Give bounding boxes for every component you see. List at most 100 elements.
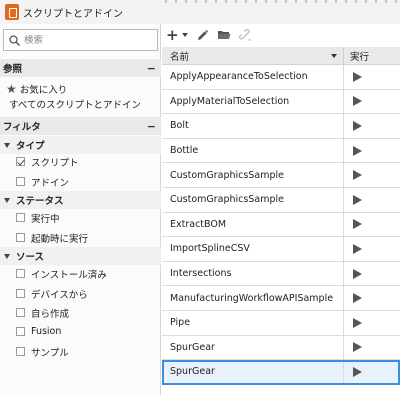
status-group-label: ステータス bbox=[16, 196, 64, 207]
run-cell bbox=[344, 360, 400, 384]
script-checkbox[interactable] bbox=[16, 157, 25, 166]
run-cell bbox=[344, 163, 400, 187]
plus-icon: + bbox=[166, 25, 179, 44]
installed-checkbox[interactable] bbox=[16, 269, 25, 278]
play-icon[interactable] bbox=[353, 342, 362, 353]
title-bar-decoration bbox=[165, 0, 400, 3]
run-cell bbox=[344, 114, 400, 138]
script-name-cell: CustomGraphicsSample bbox=[162, 163, 344, 187]
edit-button[interactable] bbox=[196, 26, 209, 44]
play-icon[interactable] bbox=[353, 96, 362, 107]
run-on-startup-filter-label: 起動時に実行 bbox=[31, 233, 89, 245]
filter-section-label: フィルタ bbox=[3, 122, 41, 133]
play-icon[interactable] bbox=[353, 194, 362, 205]
play-icon[interactable] bbox=[353, 170, 362, 181]
script-name-cell: CustomGraphicsSample bbox=[162, 188, 344, 212]
filter-panel: 参照 − ★ お気に入り すべてのスクリプトとアドイン フィルタ − タイプ ス… bbox=[0, 24, 161, 395]
script-name-cell: Bottle bbox=[162, 138, 344, 163]
link-icon bbox=[238, 28, 251, 40]
reference-section-header[interactable]: 参照 − bbox=[0, 59, 161, 77]
search-box[interactable] bbox=[3, 29, 158, 51]
title-bar: スクリプトとアドイン bbox=[0, 0, 400, 24]
running-filter-label: 実行中 bbox=[31, 213, 60, 225]
sort-down-icon[interactable] bbox=[331, 53, 337, 58]
addin-checkbox[interactable] bbox=[16, 177, 25, 186]
table-row[interactable]: Pipe bbox=[162, 311, 400, 336]
table-row[interactable]: ApplyMaterialToSelection bbox=[162, 89, 400, 115]
reference-collapse-button[interactable]: − bbox=[147, 62, 156, 75]
table-row[interactable]: ApplyAppearanceToSelection bbox=[162, 65, 400, 90]
table-row[interactable]: Bottle bbox=[162, 138, 400, 164]
run-cell bbox=[344, 65, 400, 89]
filter-item-installed[interactable]: インストール済み bbox=[0, 264, 161, 283]
running-checkbox[interactable] bbox=[16, 213, 25, 222]
play-icon[interactable] bbox=[353, 293, 362, 304]
add-dropdown-button[interactable]: + bbox=[162, 26, 188, 44]
sample-checkbox[interactable] bbox=[16, 347, 25, 356]
filter-item-script[interactable]: スクリプト bbox=[0, 152, 161, 171]
window-title: スクリプトとアドイン bbox=[23, 8, 123, 20]
filter-item-sample[interactable]: サンプル bbox=[0, 342, 161, 361]
app-icon bbox=[5, 4, 19, 20]
play-icon[interactable] bbox=[353, 317, 362, 328]
reference-section-label: 参照 bbox=[3, 64, 23, 75]
table-row[interactable]: Intersections bbox=[162, 261, 400, 287]
status-group-header[interactable]: ステータス bbox=[0, 191, 161, 209]
play-icon[interactable] bbox=[353, 366, 362, 377]
play-icon[interactable] bbox=[353, 145, 362, 156]
filter-collapse-button[interactable]: − bbox=[147, 120, 156, 133]
run-cell bbox=[344, 336, 400, 360]
play-icon[interactable] bbox=[353, 71, 362, 82]
filter-item-running[interactable]: 実行中 bbox=[0, 208, 161, 227]
script-name-cell: ExtractBOM bbox=[162, 212, 344, 237]
play-icon[interactable] bbox=[353, 219, 362, 230]
unlink-button[interactable] bbox=[238, 26, 252, 44]
script-name-cell: Bolt bbox=[162, 114, 344, 138]
folder-icon bbox=[217, 31, 231, 39]
run-column-header[interactable]: 実行 bbox=[344, 49, 369, 63]
table-row[interactable]: ManufacturingWorkflowAPISample bbox=[162, 286, 400, 311]
script-filter-label: スクリプト bbox=[31, 157, 79, 169]
name-column-label: 名前 bbox=[170, 51, 190, 63]
table-row[interactable]: ImportSplineCSV bbox=[162, 237, 400, 262]
script-name-cell: SpurGear bbox=[162, 360, 344, 384]
table-row[interactable]: CustomGraphicsSample bbox=[162, 163, 400, 188]
script-name-cell: Intersections bbox=[162, 261, 344, 286]
script-name-cell: ApplyAppearanceToSelection bbox=[162, 65, 344, 89]
expand-triangle-icon bbox=[4, 197, 10, 203]
expand-triangle-icon bbox=[4, 142, 10, 148]
filter-item-fusion[interactable]: Fusion bbox=[0, 322, 161, 341]
play-icon[interactable] bbox=[353, 268, 362, 279]
source-group-label: ソース bbox=[16, 252, 45, 263]
script-name-cell: ApplyMaterialToSelection bbox=[162, 89, 344, 114]
open-folder-button[interactable] bbox=[217, 26, 231, 44]
search-input[interactable] bbox=[24, 34, 144, 46]
reference-all-scripts[interactable]: すべてのスクリプトとアドイン bbox=[0, 94, 161, 113]
installed-filter-label: インストール済み bbox=[31, 269, 107, 281]
table-row[interactable]: SpurGear bbox=[162, 335, 400, 361]
run-on-startup-checkbox[interactable] bbox=[16, 233, 25, 242]
table-row[interactable]: Bolt bbox=[162, 114, 400, 139]
name-column-header[interactable]: 名前 bbox=[162, 47, 344, 64]
run-cell bbox=[344, 262, 400, 286]
search-icon bbox=[9, 34, 20, 46]
my-own-checkbox[interactable] bbox=[16, 308, 25, 317]
run-cell bbox=[344, 213, 400, 237]
table-row[interactable]: ExtractBOM bbox=[162, 212, 400, 238]
filter-item-addin[interactable]: アドイン bbox=[0, 172, 161, 191]
table-row[interactable]: CustomGraphicsSample bbox=[162, 188, 400, 213]
my-own-filter-label: 自ら作成 bbox=[31, 308, 70, 320]
from-device-checkbox[interactable] bbox=[16, 289, 25, 298]
filter-section-header[interactable]: フィルタ − bbox=[0, 117, 161, 135]
filter-item-from-device[interactable]: デバイスから bbox=[0, 284, 161, 303]
filter-item-my-own[interactable]: 自ら作成 bbox=[0, 303, 161, 322]
play-icon[interactable] bbox=[353, 120, 362, 131]
script-name-cell: SpurGear bbox=[162, 335, 344, 360]
from-device-filter-label: デバイスから bbox=[31, 289, 88, 301]
table-row[interactable]: SpurGear bbox=[162, 360, 400, 385]
source-group-header[interactable]: ソース bbox=[0, 247, 161, 265]
fusion-checkbox[interactable] bbox=[16, 327, 25, 336]
chevron-down-icon bbox=[181, 33, 188, 37]
play-icon[interactable] bbox=[353, 243, 362, 254]
filter-item-run-on-startup[interactable]: 起動時に実行 bbox=[0, 228, 161, 247]
